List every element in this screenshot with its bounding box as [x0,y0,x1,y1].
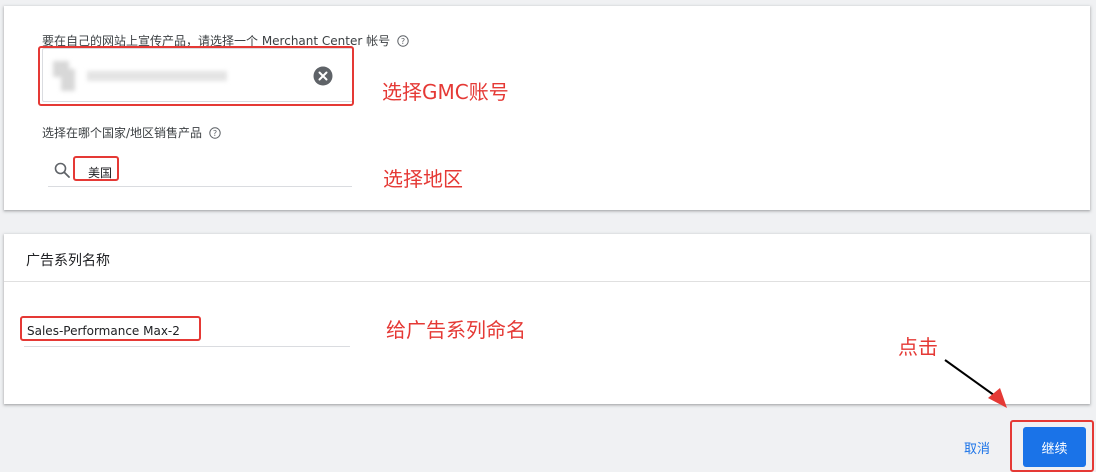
campaign-card-title: 广告系列名称 [26,253,110,269]
annotation-box-campaign-name [20,316,201,341]
annotation-box-gmc [38,46,354,106]
search-icon [54,162,70,178]
help-icon[interactable]: ? [209,126,221,139]
help-icon[interactable]: ? [397,34,409,47]
country-label-text: 选择在哪个国家/地区销售产品 [42,126,203,140]
annotation-select-region: 选择地区 [383,167,463,191]
annotation-box-country [73,156,119,181]
merchant-center-card: 要在自己的网站上宣传产品，请选择一个 Merchant Center 帐号 ? … [4,6,1090,210]
annotation-click: 点击 [898,335,938,359]
continue-button[interactable]: 继续 [1023,427,1086,467]
campaign-card-header: 广告系列名称 [4,234,1090,282]
svg-text:?: ? [401,37,405,46]
svg-text:?: ? [213,129,217,138]
annotation-select-gmc: 选择GMC账号 [382,80,509,104]
cancel-button[interactable]: 取消 [964,438,990,457]
annotation-name-campaign: 给广告系列命名 [386,318,526,342]
country-field-label: 选择在哪个国家/地区销售产品 ? [42,124,221,141]
campaign-name-card: 广告系列名称 Sales-Performance Max-2 给广告系列命名 [4,234,1090,404]
